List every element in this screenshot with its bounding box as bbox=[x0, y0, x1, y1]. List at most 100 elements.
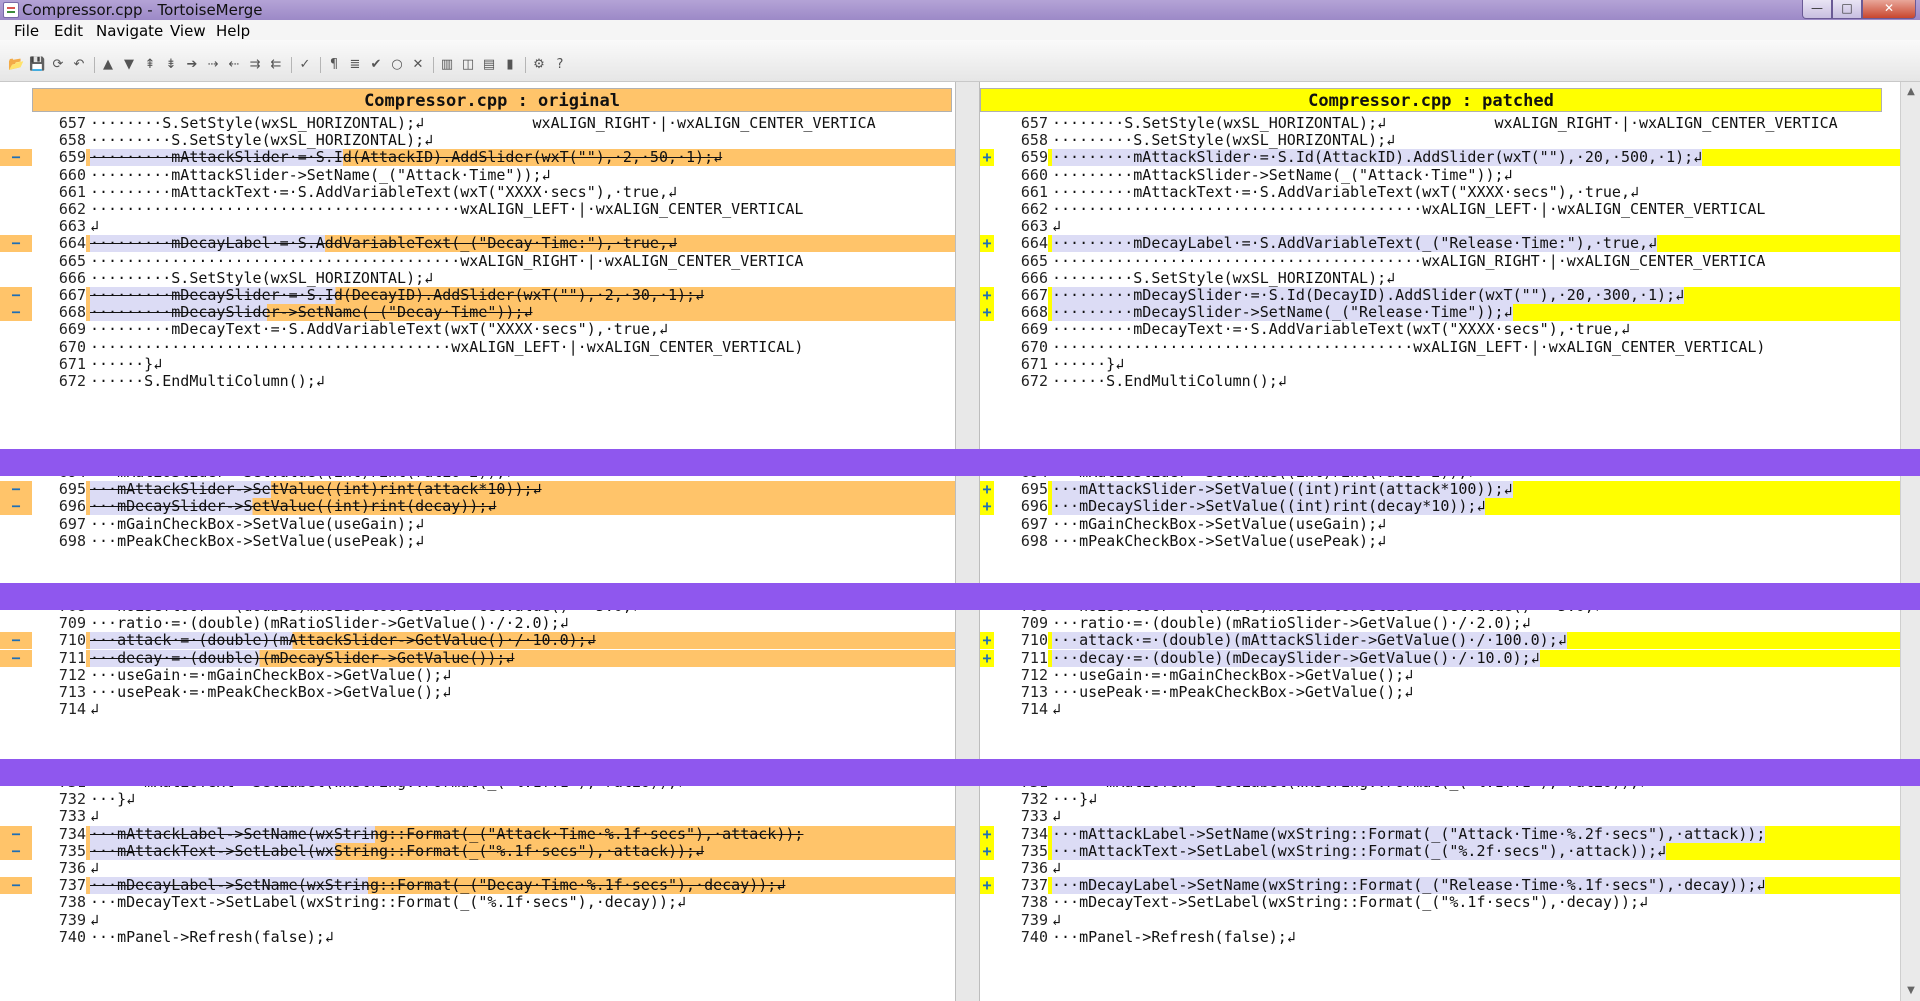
diff-line[interactable]: 740 ···mPanel->Refresh(false);↲ bbox=[980, 928, 1900, 946]
settings-icon[interactable]: ⚙ bbox=[531, 57, 547, 73]
diff-line[interactable]: 739 ↲ bbox=[980, 911, 1900, 929]
diff-line[interactable]: 732 ···}↲ bbox=[0, 791, 955, 809]
vertical-scrollbar[interactable]: ▲ ▼ bbox=[1900, 82, 1920, 1001]
next-difference-icon[interactable]: ▼ bbox=[121, 57, 137, 73]
use-mine-icon[interactable]: ⇠ bbox=[226, 57, 242, 73]
removed-line[interactable]: −659 ·········mAttackSlider·=·S.Id(Attack… bbox=[0, 149, 955, 167]
reject-icon[interactable]: ✕ bbox=[410, 57, 426, 73]
diff-line[interactable]: 697 ···mGainCheckBox->SetValue(useGain);↲ bbox=[980, 515, 1900, 533]
diff-line[interactable]: 663 ↲ bbox=[0, 218, 955, 236]
accept-icon[interactable]: ✔ bbox=[368, 57, 384, 73]
prev-difference-icon[interactable]: ▲ bbox=[100, 57, 116, 73]
diff-line[interactable]: 740 ···mPanel->Refresh(false);↲ bbox=[0, 928, 955, 946]
added-line[interactable]: +711 ···decay·=·(double)(mDecaySlider->Ge… bbox=[980, 649, 1900, 667]
two-pane-icon[interactable]: ◫ bbox=[460, 57, 476, 73]
help-icon[interactable]: ? bbox=[552, 57, 568, 73]
undo-icon[interactable]: ↶ bbox=[71, 57, 87, 73]
diff-line[interactable]: 738 ···mDecayText->SetLabel(wxString::For… bbox=[980, 894, 1900, 912]
diff-line[interactable]: 658 ·········S.SetStyle(wxSL_HORIZONTAL);… bbox=[0, 132, 955, 150]
diff-line[interactable]: 709 ···ratio·=·(double)(mRatioSlider->Get… bbox=[0, 615, 955, 633]
removed-line[interactable]: −711 ···decay·=·(double)(mDecaySlider->Ge… bbox=[0, 649, 955, 667]
mark-resolved-icon[interactable]: ✓ bbox=[297, 57, 313, 73]
diff-line[interactable]: 736 ↲ bbox=[0, 860, 955, 877]
three-pane-icon[interactable]: ▤ bbox=[481, 57, 497, 73]
menu-edit[interactable]: Edit bbox=[54, 23, 83, 39]
diff-line[interactable]: 665 ·····································… bbox=[0, 252, 955, 270]
added-line[interactable]: +659 ·········mAttackSlider·=·S.Id(Attack… bbox=[980, 149, 1900, 167]
one-pane-icon[interactable]: ▥ bbox=[439, 57, 455, 73]
maximize-button[interactable]: □ bbox=[1832, 0, 1862, 19]
diff-line[interactable]: 670 ·····································… bbox=[980, 338, 1900, 356]
diff-line[interactable]: 657 ········S.SetStyle(wxSL_HORIZONTAL);↲… bbox=[0, 115, 955, 132]
removed-line[interactable]: −710 ···attack·=·(double)(mAttackSlider->… bbox=[0, 632, 955, 650]
diff-line[interactable]: 732 ···}↲ bbox=[980, 791, 1900, 809]
scroll-up-arrow-icon[interactable]: ▲ bbox=[1903, 84, 1919, 100]
added-line[interactable]: +664 ·········mDecayLabel·=·S.AddVariable… bbox=[980, 235, 1900, 253]
close-button[interactable]: ✕ bbox=[1862, 0, 1916, 19]
removed-line[interactable]: −696 ···mDecaySlider->SetValue((int)rint(… bbox=[0, 498, 955, 516]
added-line[interactable]: +695 ···mAttackSlider->SetValue((int)rint… bbox=[980, 481, 1900, 499]
diff-line[interactable]: 714 ↲ bbox=[980, 701, 1900, 719]
diff-line[interactable]: 657 ········S.SetStyle(wxSL_HORIZONTAL);↲… bbox=[980, 115, 1900, 132]
use-theirs-icon[interactable]: ⇢ bbox=[205, 57, 221, 73]
next-conflict-icon[interactable]: ⇟ bbox=[163, 57, 179, 73]
original-pane[interactable]: Compressor.cpp : original 657 ········S.S… bbox=[0, 82, 955, 1001]
removed-line[interactable]: −734 ···mAttackLabel->SetName(wxString::F… bbox=[0, 825, 955, 843]
diff-line[interactable]: 660 ·········mAttackSlider->SetName(_("At… bbox=[980, 166, 1900, 184]
diff-line[interactable]: 712 ···useGain·=·mGainCheckBox->GetValue(… bbox=[0, 666, 955, 684]
diff-line[interactable]: 658 ·········S.SetStyle(wxSL_HORIZONTAL);… bbox=[980, 132, 1900, 150]
diff-line[interactable]: 671 ······}↲ bbox=[0, 355, 955, 373]
added-line[interactable]: +710 ···attack·=·(double)(mAttackSlider->… bbox=[980, 632, 1900, 650]
diff-line[interactable]: 709 ···ratio·=·(double)(mRatioSlider->Get… bbox=[980, 615, 1900, 633]
diff-line[interactable]: 713 ···usePeak·=·mPeakCheckBox->GetValue(… bbox=[980, 684, 1900, 701]
diff-line[interactable]: 660 ·········mAttackSlider->SetName(_("At… bbox=[0, 166, 955, 184]
removed-line[interactable]: −735 ···mAttackText->SetLabel(wxString::F… bbox=[0, 842, 955, 860]
removed-line[interactable]: −664 ·········mDecayLabel·=·S.AddVariable… bbox=[0, 235, 955, 253]
diff-line[interactable]: 662 ·····································… bbox=[980, 201, 1900, 218]
reload-icon[interactable]: ⟳ bbox=[50, 57, 66, 73]
menu-navigate[interactable]: Navigate bbox=[96, 23, 163, 39]
added-line[interactable]: +696 ···mDecaySlider->SetValue((int)rint(… bbox=[980, 498, 1900, 516]
added-line[interactable]: +668 ·········mDecaySlider->SetName(_("Re… bbox=[980, 304, 1900, 322]
added-line[interactable]: +737 ···mDecayLabel->SetName(wxString::Fo… bbox=[980, 877, 1900, 895]
menu-help[interactable]: Help bbox=[216, 23, 250, 39]
inline-diff-icon[interactable]: ≣ bbox=[347, 57, 363, 73]
diff-line[interactable]: 672 ······S.EndMultiColumn();↲ bbox=[980, 373, 1900, 390]
use-theirs-then-mine-icon[interactable]: ⇉ bbox=[247, 57, 263, 73]
diff-line[interactable]: 736 ↲ bbox=[980, 860, 1900, 877]
diff-line[interactable]: 713 ···usePeak·=·mPeakCheckBox->GetValue(… bbox=[0, 684, 955, 701]
go-to-line-icon[interactable]: ➔ bbox=[184, 57, 200, 73]
minimize-button[interactable]: — bbox=[1802, 0, 1832, 19]
diff-line[interactable]: 672 ······S.EndMultiColumn();↲ bbox=[0, 373, 955, 390]
diff-line[interactable]: 661 ·········mAttackText·=·S.AddVariableT… bbox=[0, 183, 955, 201]
diff-line[interactable]: 669 ·········mDecayText·=·S.AddVariableTe… bbox=[0, 321, 955, 339]
menu-view[interactable]: View bbox=[170, 23, 206, 39]
diff-line[interactable]: 663 ↲ bbox=[980, 218, 1900, 236]
diff-line[interactable]: 661 ·········mAttackText·=·S.AddVariableT… bbox=[980, 183, 1900, 201]
scroll-down-arrow-icon[interactable]: ▼ bbox=[1903, 983, 1919, 999]
added-line[interactable]: +735 ···mAttackText->SetLabel(wxString::F… bbox=[980, 842, 1900, 860]
removed-line[interactable]: −737 ···mDecayLabel->SetName(wxString::Fo… bbox=[0, 877, 955, 895]
diff-line[interactable]: 712 ···useGain·=·mGainCheckBox->GetValue(… bbox=[980, 666, 1900, 684]
removed-line[interactable]: −695 ···mAttackSlider->SetValue((int)rint… bbox=[0, 481, 955, 499]
diff-line[interactable]: 662 ·····································… bbox=[0, 201, 955, 218]
added-line[interactable]: +667 ·········mDecaySlider·=·S.Id(DecayID… bbox=[980, 287, 1900, 304]
whitespace-icon[interactable]: ¶ bbox=[326, 57, 342, 73]
diff-line[interactable]: 697 ···mGainCheckBox->SetValue(useGain);↲ bbox=[0, 515, 955, 533]
removed-line[interactable]: −668 ·········mDecaySlider->SetName(_("De… bbox=[0, 304, 955, 322]
diff-line[interactable]: 733 ↲ bbox=[0, 808, 955, 826]
diff-line[interactable]: 698 ···mPeakCheckBox->SetValue(usePeak);↲ bbox=[980, 532, 1900, 550]
locator-bar-icon[interactable]: ▮ bbox=[502, 57, 518, 73]
patched-pane[interactable]: Compressor.cpp : patched 657 ········S.Se… bbox=[980, 82, 1900, 1001]
diff-line[interactable]: 738 ···mDecayText->SetLabel(wxString::For… bbox=[0, 894, 955, 912]
use-mine-then-theirs-icon[interactable]: ⇇ bbox=[268, 57, 284, 73]
diff-line[interactable]: 714 ↲ bbox=[0, 701, 955, 719]
diff-line[interactable]: 739 ↲ bbox=[0, 911, 955, 929]
diff-line[interactable]: 669 ·········mDecayText·=·S.AddVariableTe… bbox=[980, 321, 1900, 339]
menu-file[interactable]: File bbox=[14, 23, 39, 39]
diff-line[interactable]: 665 ·····································… bbox=[980, 252, 1900, 270]
save-icon[interactable]: 💾 bbox=[29, 57, 45, 73]
prev-conflict-icon[interactable]: ⇞ bbox=[142, 57, 158, 73]
removed-line[interactable]: −667 ·········mDecaySlider·=·S.Id(DecayID… bbox=[0, 287, 955, 304]
diff-line[interactable]: 671 ······}↲ bbox=[980, 355, 1900, 373]
